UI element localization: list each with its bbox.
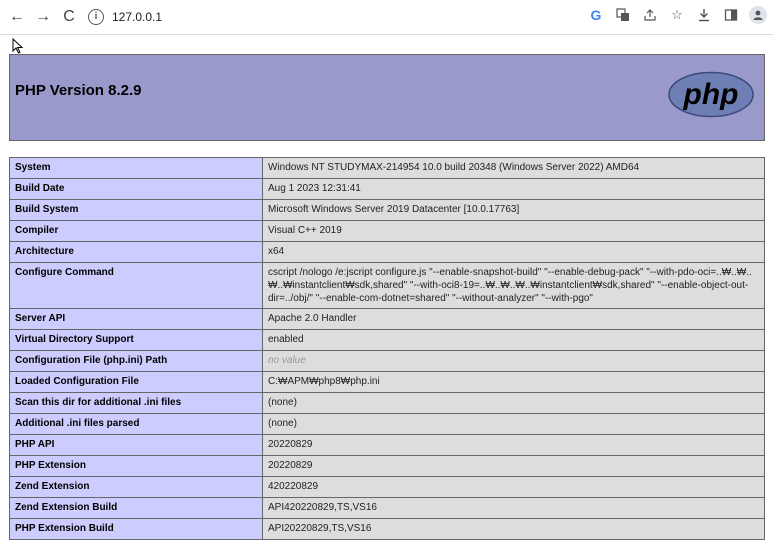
table-row: Architecture x64 <box>9 241 765 263</box>
row-value: Apache 2.0 Handler <box>262 308 765 330</box>
row-key: System <box>9 157 263 179</box>
row-key: Compiler <box>9 220 263 242</box>
address-bar[interactable]: i 127.0.0.1 <box>88 6 162 28</box>
forward-arrow-icon[interactable]: → <box>32 6 54 28</box>
table-row: Scan this dir for additional .ini files(… <box>9 392 765 414</box>
row-value: Microsoft Windows Server 2019 Datacenter… <box>262 199 765 221</box>
row-value: cscript /nologo /e:jscript configure.js … <box>262 262 765 309</box>
download-icon[interactable] <box>695 6 713 24</box>
table-row: Server API Apache 2.0 Handler <box>9 308 765 330</box>
row-key: Zend Extension Build <box>9 497 263 519</box>
reload-icon[interactable]: C <box>58 6 80 28</box>
row-key: PHP API <box>9 434 263 456</box>
table-row: Zend Extension 420220829 <box>9 476 765 498</box>
row-value: API20220829,TS,VS16 <box>262 518 765 540</box>
table-row: System Windows NT STUDYMAX-214954 10.0 bu… <box>9 157 765 179</box>
php-logo-text: php <box>683 78 739 111</box>
row-key: Scan this dir for additional .ini files <box>9 392 263 414</box>
row-value: 20220829 <box>262 434 765 456</box>
site-info-icon[interactable]: i <box>88 9 104 25</box>
row-value: 20220829 <box>262 455 765 477</box>
row-value: x64 <box>262 241 765 263</box>
table-row: PHP Extension 20220829 <box>9 455 765 477</box>
row-key: Virtual Directory Support <box>9 329 263 351</box>
row-value: (none) <box>262 413 765 435</box>
toolbar-actions: G ☆ <box>587 6 767 24</box>
side-panel-icon[interactable] <box>722 6 740 24</box>
row-key: Build Date <box>9 178 263 200</box>
row-key: Loaded Configuration File <box>9 371 263 393</box>
table-row: Compiler Visual C++ 2019 <box>9 220 765 242</box>
google-lens-icon[interactable]: G <box>587 6 605 24</box>
table-row: Loaded Configuration File C:₩APM₩php8₩php… <box>9 371 765 393</box>
row-key: Configure Command <box>9 262 263 309</box>
row-value: API420220829,TS,VS16 <box>262 497 765 519</box>
row-value: Windows NT STUDYMAX-214954 10.0 build 20… <box>262 157 765 179</box>
row-value: C:₩APM₩php8₩php.ini <box>262 371 765 393</box>
table-row: Virtual Directory Support enabled <box>9 329 765 351</box>
row-key: PHP Extension <box>9 455 263 477</box>
row-value: Aug 1 2023 12:31:41 <box>262 178 765 200</box>
table-row: Additional .ini files parsed (none) <box>9 413 765 435</box>
row-key: Additional .ini files parsed <box>9 413 263 435</box>
table-row: Build Date Aug 1 2023 12:31:41 <box>9 178 765 200</box>
translate-icon[interactable] <box>614 6 632 24</box>
row-key: Build System <box>9 199 263 221</box>
table-row: PHP Extension Build API20220829,TS,VS16 <box>9 518 765 540</box>
url-text[interactable]: 127.0.0.1 <box>112 10 162 24</box>
table-row: PHP API 20220829 <box>9 434 765 456</box>
row-value: no value <box>262 350 765 372</box>
row-key: Architecture <box>9 241 263 263</box>
profile-avatar-icon[interactable] <box>749 6 767 24</box>
php-version-header: PHP Version 8.2.9 php <box>9 54 765 141</box>
row-value: enabled <box>262 329 765 351</box>
php-info-table: System Windows NT STUDYMAX-214954 10.0 bu… <box>9 157 765 540</box>
row-value: (none) <box>262 392 765 414</box>
row-key: Zend Extension <box>9 476 263 498</box>
php-logo-icon: php <box>668 71 754 118</box>
table-row: Configure Command cscript /nologo /e:jscr… <box>9 262 765 309</box>
page-title: PHP Version 8.2.9 <box>15 82 142 99</box>
bookmark-star-icon[interactable]: ☆ <box>668 6 686 24</box>
back-arrow-icon[interactable]: ← <box>6 6 28 28</box>
row-value: Visual C++ 2019 <box>262 220 765 242</box>
browser-toolbar: ← → C i 127.0.0.1 G ☆ <box>0 0 773 35</box>
table-row: Configuration File (php.ini) Path no valu… <box>9 350 765 372</box>
row-key: Configuration File (php.ini) Path <box>9 350 263 372</box>
row-key: PHP Extension Build <box>9 518 263 540</box>
share-icon[interactable] <box>641 6 659 24</box>
row-key: Server API <box>9 308 263 330</box>
table-row: Build System Microsoft Windows Server 201… <box>9 199 765 221</box>
row-value: 420220829 <box>262 476 765 498</box>
table-row: Zend Extension Build API420220829,TS,VS16 <box>9 497 765 519</box>
